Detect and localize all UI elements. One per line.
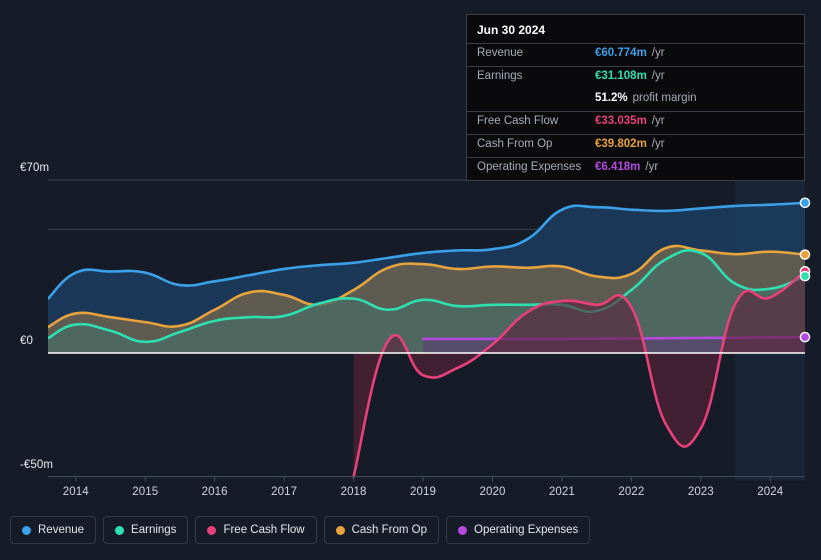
tooltip-row-value: €60.774m bbox=[595, 47, 647, 59]
legend-item-label: Revenue bbox=[38, 524, 85, 536]
legend-item-label: Earnings bbox=[131, 524, 177, 536]
x-axis-tick-label: 2017 bbox=[271, 485, 298, 498]
tooltip-row-unit: profit margin bbox=[632, 92, 697, 104]
legend-item-free-cash-flow[interactable]: Free Cash Flow bbox=[195, 516, 317, 544]
legend-item-earnings[interactable]: Earnings bbox=[103, 516, 189, 544]
tooltip-row-value: €31.108m bbox=[595, 70, 647, 82]
tooltip-row-label: Earnings bbox=[477, 70, 523, 82]
tooltip-row: 51.2% profit margin bbox=[467, 89, 804, 111]
tooltip-row-value: €33.035m bbox=[595, 115, 647, 127]
tooltip-row: Operating Expenses €6.418m/yr bbox=[467, 157, 804, 180]
y-axis-tick-label: €70m bbox=[20, 162, 50, 174]
x-axis-tick-label: 2023 bbox=[687, 485, 714, 498]
tooltip-row: Free Cash Flow €33.035m/yr bbox=[467, 111, 804, 134]
legend-item-operating-expenses[interactable]: Operating Expenses bbox=[446, 516, 591, 544]
tooltip-row-label: Cash From Op bbox=[477, 138, 553, 150]
y-axis-tick-label: -€50m bbox=[20, 458, 54, 471]
tooltip-row-value: €6.418m bbox=[595, 161, 641, 173]
x-axis-tick-label: 2015 bbox=[132, 485, 159, 498]
chart-tooltip: Jun 30 2024 Revenue €60.774m/yr Earnings €3… bbox=[466, 14, 805, 181]
x-axis-tick-label: 2022 bbox=[618, 485, 645, 498]
legend-item-label: Operating Expenses bbox=[474, 524, 579, 536]
x-axis-tick-label: 2016 bbox=[201, 485, 228, 498]
tooltip-row-unit: /yr bbox=[651, 115, 665, 127]
x-axis-tick-label: 2024 bbox=[757, 485, 784, 498]
tooltip-date: Jun 30 2024 bbox=[477, 23, 546, 37]
legend-color-dot-icon bbox=[22, 525, 31, 535]
x-axis-tick-label: 2021 bbox=[548, 485, 575, 498]
legend-item-cash-from-op[interactable]: Cash From Op bbox=[323, 516, 440, 544]
legend-color-dot-icon bbox=[335, 525, 345, 535]
x-axis-tick-label: 2014 bbox=[62, 485, 89, 498]
legend-color-dot-icon bbox=[115, 525, 125, 535]
legend-color-dot-icon bbox=[207, 525, 217, 535]
legend-item-revenue[interactable]: Revenue bbox=[10, 516, 97, 544]
legend-item-label: Cash From Op bbox=[351, 524, 428, 536]
tooltip-row-unit: /yr bbox=[651, 138, 665, 150]
tooltip-row-label: Operating Expenses bbox=[477, 161, 582, 173]
legend-item-label: Free Cash Flow bbox=[223, 524, 305, 536]
tooltip-rows: Revenue €60.774m/yr Earnings €31.108m/yr 51.… bbox=[467, 43, 804, 180]
legend-color-dot-icon bbox=[458, 525, 468, 535]
tooltip-row: Cash From Op €39.802m/yr bbox=[467, 134, 804, 157]
tooltip-row: Earnings €31.108m/yr bbox=[467, 66, 804, 89]
tooltip-row: Revenue €60.774m/yr bbox=[467, 43, 804, 66]
x-axis-tick-label: 2020 bbox=[479, 485, 506, 498]
tooltip-row-label: Revenue bbox=[477, 47, 524, 59]
x-axis-tick-label: 2019 bbox=[410, 485, 437, 498]
y-axis-tick-label: €0 bbox=[20, 335, 33, 347]
tooltip-row-value: 51.2% bbox=[595, 92, 628, 104]
chart-legend: Revenue Earnings Free Cash Flow Cash From O… bbox=[10, 516, 591, 544]
financial-chart-page: €70m €0 -€50m 2014 2015 2016 2017 2018 2019 2020 2… bbox=[0, 0, 821, 560]
tooltip-row-unit: /yr bbox=[645, 161, 659, 173]
x-axis-tick-label: 2018 bbox=[340, 485, 367, 498]
tooltip-row-unit: /yr bbox=[651, 70, 665, 82]
tooltip-row-unit: /yr bbox=[651, 47, 665, 59]
tooltip-row-label: Free Cash Flow bbox=[477, 115, 559, 127]
tooltip-row-value: €39.802m bbox=[595, 138, 647, 150]
